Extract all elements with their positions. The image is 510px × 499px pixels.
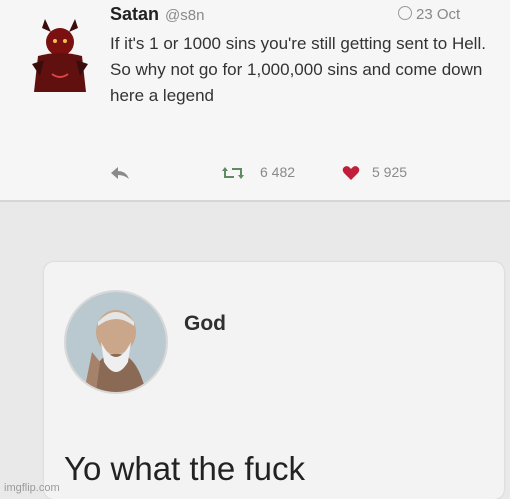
- retweet-count: 6 482: [260, 164, 296, 180]
- tweet-date-text: 23 Oct: [416, 6, 461, 23]
- heart-icon[interactable]: [342, 165, 360, 181]
- tweet-date: 23 Oct: [398, 6, 460, 23]
- devil-avatar-icon: [32, 19, 88, 92]
- god-avatar-icon: [66, 292, 166, 392]
- god-avatar[interactable]: [64, 290, 168, 394]
- author-handle[interactable]: @s8n: [165, 7, 204, 24]
- tweet-card: Satan @s8n 23 Oct If it's 1 or 1000 sins …: [0, 0, 510, 202]
- reply-text: Yo what the fuck: [64, 450, 305, 487]
- author-name[interactable]: Satan: [110, 4, 159, 24]
- reply-card: God Yo what the fuck: [44, 262, 504, 499]
- retweet-icon[interactable]: [222, 166, 244, 180]
- tweet-author[interactable]: Satan @s8n: [110, 4, 204, 25]
- reply-author-name[interactable]: God: [184, 312, 226, 336]
- watermark: imgflip.com: [4, 482, 60, 494]
- reply-icon[interactable]: [110, 166, 130, 180]
- like-count: 5 925: [372, 164, 408, 180]
- clock-icon: [398, 6, 412, 20]
- tweet-text: If it's 1 or 1000 sins you're still gett…: [110, 34, 486, 105]
